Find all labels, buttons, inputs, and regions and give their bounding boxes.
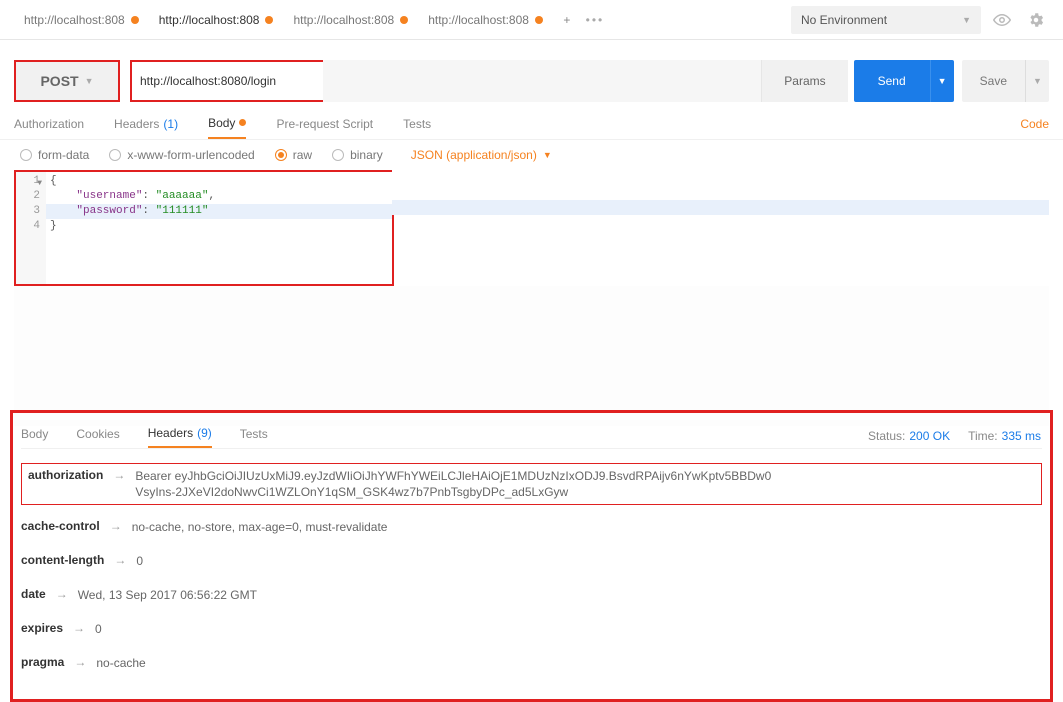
tab-resp-headers[interactable]: Headers (9) — [148, 419, 212, 448]
chevron-down-icon: ▼ — [938, 76, 947, 86]
tab-headers[interactable]: Headers (1) — [114, 108, 178, 139]
status-value: 200 OK — [909, 429, 950, 443]
tab-body[interactable]: Body — [208, 108, 246, 139]
header-value: no-cache — [96, 655, 145, 671]
chevron-down-icon: ▼ — [1033, 76, 1042, 86]
tab-resp-tests[interactable]: Tests — [240, 419, 268, 448]
http-method-label: POST — [40, 73, 78, 89]
response-header-row: expires → 0 — [21, 621, 1042, 637]
modified-dot-icon — [131, 16, 139, 24]
save-button[interactable]: Save — [962, 60, 1025, 102]
chevron-down-icon: ▼ — [85, 76, 94, 86]
header-name: date — [21, 587, 46, 601]
response-header-row: content-length → 0 — [21, 553, 1042, 569]
header-name: cache-control — [21, 519, 100, 533]
tab-label: Headers — [148, 426, 193, 440]
request-body-editor[interactable]: 1▼ 2 3 4 { "username": "aaaaaa", "passwo… — [14, 170, 394, 286]
params-button[interactable]: Params — [761, 60, 847, 102]
radio-icon — [275, 149, 287, 161]
response-header-row: authorization → Bearer eyJhbGciOiJIUzUxMiJ… — [21, 463, 1042, 505]
code-link[interactable]: Code — [1020, 117, 1049, 131]
tab-item[interactable]: http://localhost:808 — [149, 6, 284, 34]
header-name: pragma — [21, 655, 64, 669]
radio-form-data[interactable]: form-data — [20, 148, 89, 162]
response-header-row: pragma → no-cache — [21, 655, 1042, 671]
header-value: 0 — [95, 621, 102, 637]
tab-tests[interactable]: Tests — [403, 108, 431, 139]
header-count: (1) — [163, 117, 178, 131]
radio-label: raw — [293, 148, 312, 162]
header-count: (9) — [197, 426, 212, 440]
tab-resp-cookies[interactable]: Cookies — [76, 419, 119, 448]
content-type-select[interactable]: JSON (application/json) ▼ — [411, 148, 552, 162]
radio-label: binary — [350, 148, 383, 162]
arrow-icon: → — [56, 587, 68, 601]
chevron-down-icon: ▼ — [962, 15, 971, 25]
gear-icon[interactable] — [1023, 7, 1049, 33]
tab-label: http://localhost:808 — [428, 13, 529, 27]
time-value: 335 ms — [1002, 429, 1041, 443]
tab-authorization[interactable]: Authorization — [14, 108, 84, 139]
tab-resp-body[interactable]: Body — [21, 419, 48, 448]
radio-binary[interactable]: binary — [332, 148, 383, 162]
time-label: Time: — [968, 429, 998, 443]
response-header-row: date → Wed, 13 Sep 2017 06:56:22 GMT — [21, 587, 1042, 603]
url-input[interactable]: http://localhost:8080/login — [130, 60, 325, 102]
arrow-icon: → — [114, 553, 126, 567]
tab-prerequest[interactable]: Pre-request Script — [276, 108, 373, 139]
header-name: content-length — [21, 553, 104, 567]
add-tab-button[interactable]: + — [553, 6, 581, 34]
header-value: 0 — [136, 553, 143, 569]
tab-label: http://localhost:808 — [24, 13, 125, 27]
radio-icon — [109, 149, 121, 161]
response-header-row: cache-control → no-cache, no-store, max-ag… — [21, 519, 1042, 535]
eye-icon[interactable] — [989, 7, 1015, 33]
tab-item[interactable]: http://localhost:808 — [283, 6, 418, 34]
save-dropdown-button[interactable]: ▼ — [1025, 60, 1049, 102]
radio-icon — [20, 149, 32, 161]
environment-select[interactable]: No Environment ▼ — [791, 6, 981, 34]
modified-dot-icon — [265, 16, 273, 24]
radio-raw[interactable]: raw — [275, 148, 312, 162]
chevron-down-icon: ▼ — [543, 150, 552, 160]
content-type-label: JSON (application/json) — [411, 148, 537, 162]
url-value: http://localhost:8080/login — [140, 74, 276, 88]
line-gutter: 1▼ 2 3 4 — [16, 172, 46, 284]
header-name: authorization — [28, 468, 103, 482]
http-method-select[interactable]: POST ▼ — [14, 60, 120, 102]
active-dot-icon — [239, 119, 246, 126]
header-name: expires — [21, 621, 63, 635]
environment-label: No Environment — [801, 13, 887, 27]
tab-overflow-button[interactable]: ••• — [581, 6, 609, 34]
status-label: Status: — [868, 429, 905, 443]
radio-label: form-data — [38, 148, 89, 162]
send-button[interactable]: Send — [854, 60, 930, 102]
tab-strip: http://localhost:808 http://localhost:80… — [14, 6, 791, 34]
url-bar-extension[interactable] — [323, 60, 761, 102]
radio-urlencoded[interactable]: x-www-form-urlencoded — [109, 148, 254, 162]
arrow-icon: → — [73, 621, 85, 635]
radio-label: x-www-form-urlencoded — [127, 148, 254, 162]
tab-item[interactable]: http://localhost:808 — [14, 6, 149, 34]
arrow-icon: → — [110, 519, 122, 533]
response-headers-list: authorization → Bearer eyJhbGciOiJIUzUxMiJ… — [21, 449, 1042, 671]
tab-item[interactable]: http://localhost:808 — [418, 6, 553, 34]
arrow-icon: → — [74, 655, 86, 669]
response-meta: Status: 200 OK Time: 335 ms — [868, 429, 1041, 443]
editor-extension — [392, 170, 1049, 286]
response-panel: Body Cookies Headers (9) Tests authorizat… — [10, 410, 1053, 702]
tab-label: Headers — [114, 117, 159, 131]
header-value: no-cache, no-store, max-age=0, must-reva… — [132, 519, 388, 535]
header-value: Bearer eyJhbGciOiJIUzUxMiJ9.eyJzdWIiOiJh… — [135, 468, 775, 500]
header-value: Wed, 13 Sep 2017 06:56:22 GMT — [78, 587, 257, 603]
modified-dot-icon — [535, 16, 543, 24]
arrow-icon: → — [113, 468, 125, 482]
send-dropdown-button[interactable]: ▼ — [930, 60, 954, 102]
radio-icon — [332, 149, 344, 161]
tab-label: http://localhost:808 — [159, 13, 260, 27]
code-content[interactable]: { "username": "aaaaaa", "password": "111… — [46, 172, 392, 284]
tab-label: Body — [208, 116, 235, 130]
tab-label: http://localhost:808 — [293, 13, 394, 27]
modified-dot-icon — [400, 16, 408, 24]
